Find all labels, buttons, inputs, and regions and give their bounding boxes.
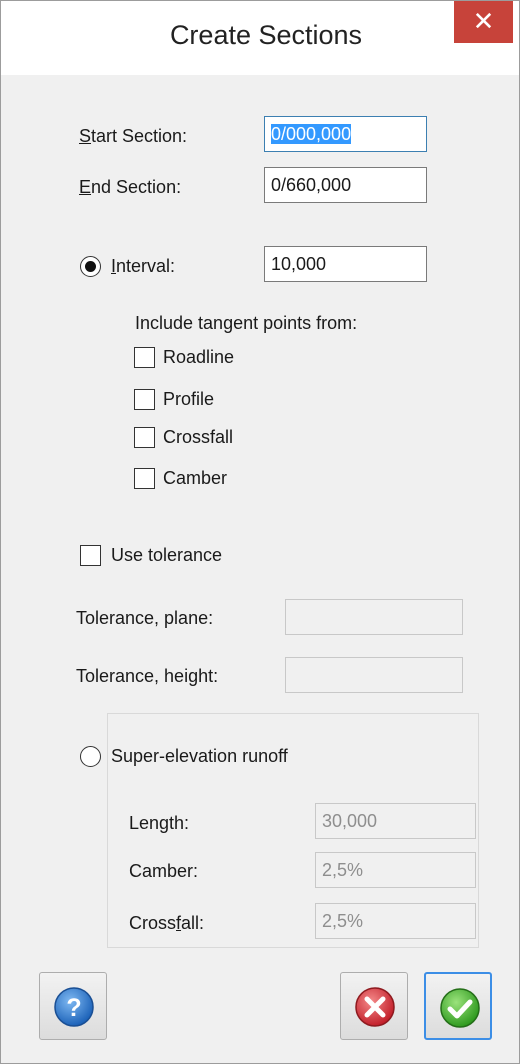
title-bar: Create Sections ✕ — [1, 1, 519, 75]
profile-label: Profile — [163, 389, 215, 409]
superelevation-radio[interactable] — [80, 746, 101, 767]
camber-checkbox[interactable] — [134, 468, 155, 489]
tolerance-plane-input[interactable] — [285, 599, 463, 635]
help-icon: ? — [54, 987, 94, 1027]
crossfall-value-label: Crossfall: — [129, 913, 205, 933]
dialog-title: Create Sections — [169, 20, 363, 50]
svg-text:?: ? — [66, 994, 81, 1022]
help-button[interactable]: ? — [39, 972, 107, 1040]
cancel-button[interactable] — [340, 972, 408, 1040]
camber-input[interactable]: 2,5% — [315, 852, 476, 888]
tangent-heading: Include tangent points from: — [135, 313, 358, 333]
roadline-checkbox[interactable] — [134, 347, 155, 368]
end-section-label: End Section: — [79, 177, 182, 197]
camber-value-label: Camber: — [129, 861, 199, 881]
start-section-input[interactable]: 0/000,000 — [264, 116, 427, 152]
interval-label: Interval: — [111, 256, 176, 276]
radio-selected-dot — [85, 261, 96, 272]
roadline-label: Roadline — [163, 347, 235, 367]
tolerance-plane-label: Tolerance, plane: — [76, 608, 214, 628]
crossfall-input[interactable]: 2,5% — [315, 903, 476, 939]
ok-icon — [440, 988, 480, 1028]
interval-radio[interactable] — [80, 256, 101, 277]
use-tolerance-label: Use tolerance — [111, 545, 223, 565]
end-section-input[interactable]: 0/660,000 — [264, 167, 427, 203]
profile-checkbox[interactable] — [134, 389, 155, 410]
start-section-label: Start Section: — [79, 126, 188, 146]
tolerance-height-input[interactable] — [285, 657, 463, 693]
close-button[interactable]: ✕ — [454, 1, 513, 43]
close-icon: ✕ — [472, 6, 495, 36]
ok-button[interactable] — [424, 972, 492, 1040]
camber-label: Camber — [163, 468, 228, 488]
length-label: Length: — [129, 813, 190, 833]
tolerance-height-label: Tolerance, height: — [76, 666, 219, 686]
crossfall-label: Crossfall — [163, 427, 234, 447]
interval-input[interactable]: 10,000 — [264, 246, 427, 282]
cancel-icon — [355, 987, 395, 1027]
length-input[interactable]: 30,000 — [315, 803, 476, 839]
use-tolerance-checkbox[interactable] — [80, 545, 101, 566]
crossfall-checkbox[interactable] — [134, 427, 155, 448]
